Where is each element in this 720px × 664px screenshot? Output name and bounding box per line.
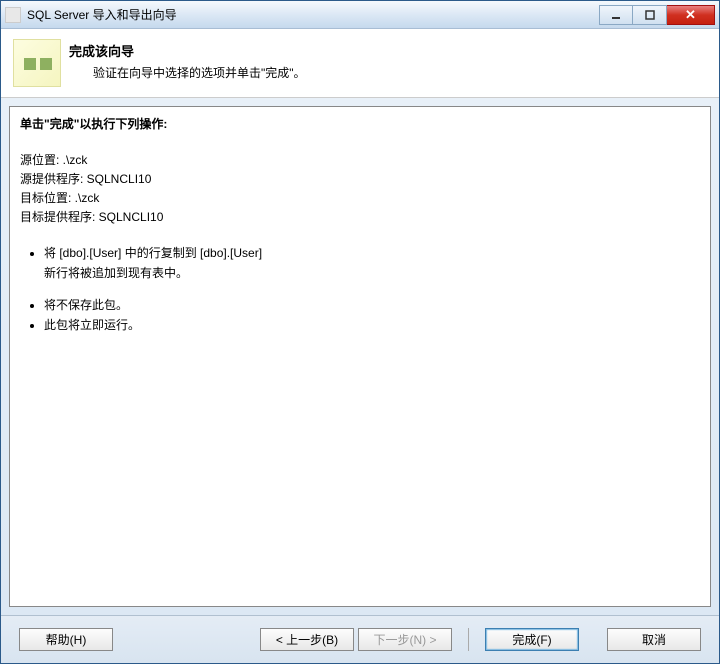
help-button[interactable]: 帮助(H) bbox=[19, 628, 113, 651]
list-item: 新行将被追加到现有表中。 bbox=[44, 264, 700, 282]
minimize-icon bbox=[611, 10, 621, 20]
source-location-label: 源位置: bbox=[20, 153, 63, 167]
source-location-value: .\zck bbox=[63, 153, 88, 167]
next-button: 下一步(N) > bbox=[358, 628, 452, 651]
page-subtitle: 验证在向导中选择的选项并单击"完成"。 bbox=[69, 64, 707, 81]
divider bbox=[468, 628, 469, 651]
close-icon: ✕ bbox=[685, 7, 696, 23]
source-provider-value: SQLNCLI10 bbox=[87, 172, 152, 186]
actions-list-1: 将 [dbo].[User] 中的行复制到 [dbo].[User] 新行将被追… bbox=[20, 244, 700, 282]
source-location: 源位置: .\zck bbox=[20, 151, 700, 169]
source-provider-label: 源提供程序: bbox=[20, 172, 87, 186]
close-button[interactable]: ✕ bbox=[667, 5, 715, 25]
window-title: SQL Server 导入和导出向导 bbox=[27, 6, 599, 23]
connection-info: 源位置: .\zck 源提供程序: SQLNCLI10 目标位置: .\zck … bbox=[20, 151, 700, 226]
target-provider-label: 目标提供程序: bbox=[20, 210, 99, 224]
target-location-label: 目标位置: bbox=[20, 191, 75, 205]
list-item: 将 [dbo].[User] 中的行复制到 [dbo].[User] bbox=[44, 244, 700, 262]
maximize-icon bbox=[645, 10, 655, 20]
target-location-value: .\zck bbox=[75, 191, 100, 205]
window-controls: ✕ bbox=[599, 5, 715, 25]
app-icon bbox=[5, 7, 21, 23]
finish-button[interactable]: 完成(F) bbox=[485, 628, 579, 651]
target-provider: 目标提供程序: SQLNCLI10 bbox=[20, 208, 700, 226]
target-location: 目标位置: .\zck bbox=[20, 189, 700, 207]
cancel-button[interactable]: 取消 bbox=[607, 628, 701, 651]
source-provider: 源提供程序: SQLNCLI10 bbox=[20, 170, 700, 188]
button-bar: 帮助(H) < 上一步(B) 下一步(N) > 完成(F) 取消 bbox=[1, 615, 719, 663]
maximize-button[interactable] bbox=[633, 5, 667, 25]
target-provider-value: SQLNCLI10 bbox=[99, 210, 164, 224]
wizard-header-text: 完成该向导 验证在向导中选择的选项并单击"完成"。 bbox=[69, 39, 707, 81]
instruction-text: 单击"完成"以执行下列操作: bbox=[20, 115, 700, 133]
minimize-button[interactable] bbox=[599, 5, 633, 25]
wizard-header-icon bbox=[13, 39, 61, 87]
list-item: 将不保存此包。 bbox=[44, 296, 700, 314]
page-title: 完成该向导 bbox=[69, 41, 707, 60]
summary-panel: 单击"完成"以执行下列操作: 源位置: .\zck 源提供程序: SQLNCLI… bbox=[9, 106, 711, 607]
wizard-header: 完成该向导 验证在向导中选择的选项并单击"完成"。 bbox=[1, 29, 719, 98]
wizard-window: SQL Server 导入和导出向导 ✕ 完成该向导 验证在向导中选择的选项并单… bbox=[0, 0, 720, 664]
list-item: 此包将立即运行。 bbox=[44, 316, 700, 334]
titlebar: SQL Server 导入和导出向导 ✕ bbox=[1, 1, 719, 29]
actions-list-2: 将不保存此包。 此包将立即运行。 bbox=[20, 296, 700, 334]
content-area: 单击"完成"以执行下列操作: 源位置: .\zck 源提供程序: SQLNCLI… bbox=[1, 98, 719, 615]
back-button[interactable]: < 上一步(B) bbox=[260, 628, 354, 651]
